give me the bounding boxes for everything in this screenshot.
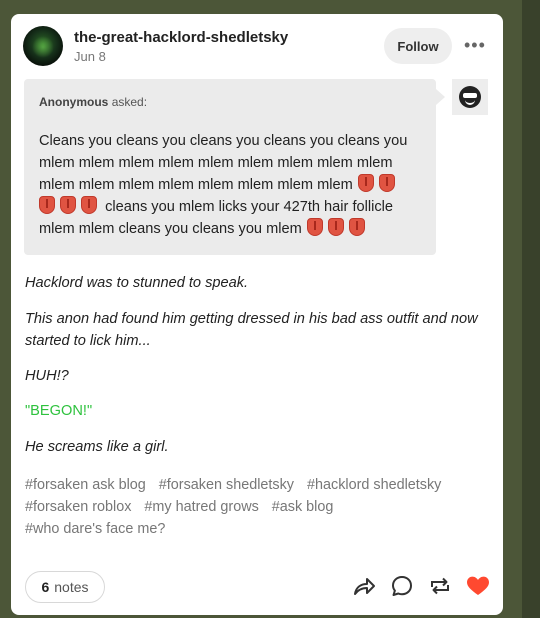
body-paragraph: HUH!?	[25, 368, 69, 384]
post-header: the-great-hacklord-shedletsky Jun 8 Foll…	[11, 14, 503, 76]
post-footer: 6 notes	[11, 569, 503, 609]
follow-button[interactable]: Follow	[384, 28, 452, 64]
notes-count: 6	[41, 579, 50, 595]
body-paragraph: This anon had found him getting dressed …	[25, 311, 478, 349]
tongue-emoji	[357, 174, 374, 192]
asked-label: asked:	[111, 95, 148, 109]
ask-line: Cleans you cleans you cleans you cleans …	[39, 133, 408, 149]
reply-icon[interactable]	[389, 574, 415, 598]
tag-link[interactable]: #my hatred grows	[144, 499, 258, 515]
notes-button[interactable]: 6 notes	[25, 571, 105, 603]
post-card: the-great-hacklord-shedletsky Jun 8 Foll…	[11, 14, 503, 615]
tag-link[interactable]: #forsaken roblox	[25, 499, 131, 515]
post-tags: #forsaken ask blog #forsaken shedletsky …	[25, 474, 495, 540]
anonymous-avatar	[452, 79, 488, 115]
blog-avatar[interactable]	[23, 26, 63, 66]
tongue-emoji	[39, 196, 55, 214]
tongue-emoji	[60, 196, 76, 214]
post-date[interactable]: Jun 8	[74, 49, 106, 64]
ask-bubble: Anonymous asked: Cleans you cleans you c…	[24, 79, 445, 255]
ask-header: Anonymous asked:	[39, 95, 147, 109]
ask-line: mlem mlem mlem mlem mlem mlem mlem mlem …	[39, 155, 393, 171]
tongue-emoji	[81, 196, 97, 214]
tongue-emoji	[306, 218, 323, 236]
body-paragraph: He screams like a girl.	[25, 439, 169, 455]
tag-link[interactable]: #ask blog	[272, 499, 334, 515]
more-options-icon[interactable]: •••	[464, 36, 486, 54]
page-right-gutter	[522, 0, 540, 618]
tongue-emoji	[348, 218, 365, 236]
blog-name-link[interactable]: the-great-hacklord-shedletsky	[74, 29, 288, 46]
body-paragraph: Hacklord was to stunned to speak.	[25, 275, 249, 291]
ask-line: cleans you mlem licks your 427th hair fo…	[34, 196, 423, 218]
notes-label: notes	[54, 579, 89, 595]
tongue-emoji	[327, 218, 344, 236]
tongue-emoji	[378, 174, 395, 192]
sunglasses-avatar-icon	[459, 86, 481, 108]
asker-name: Anonymous	[39, 95, 109, 109]
reblog-icon[interactable]	[427, 574, 453, 598]
ask-text: Cleans you cleans you cleans you cleans …	[39, 130, 423, 240]
body-paragraph-highlight: "BEGON!"	[25, 403, 93, 419]
tag-link[interactable]: #who dare's face me?	[25, 521, 165, 537]
tag-link[interactable]: #forsaken shedletsky	[159, 477, 294, 493]
ask-line: mlem mlem mlem mlem mlem mlem mlem mlem	[39, 174, 423, 196]
share-icon[interactable]	[351, 574, 377, 598]
like-heart-icon[interactable]	[465, 574, 491, 598]
tag-link[interactable]: #hacklord shedletsky	[307, 477, 441, 493]
tag-link[interactable]: #forsaken ask blog	[25, 477, 146, 493]
ask-line: mlem mlem cleans you cleans you mlem	[39, 218, 423, 240]
